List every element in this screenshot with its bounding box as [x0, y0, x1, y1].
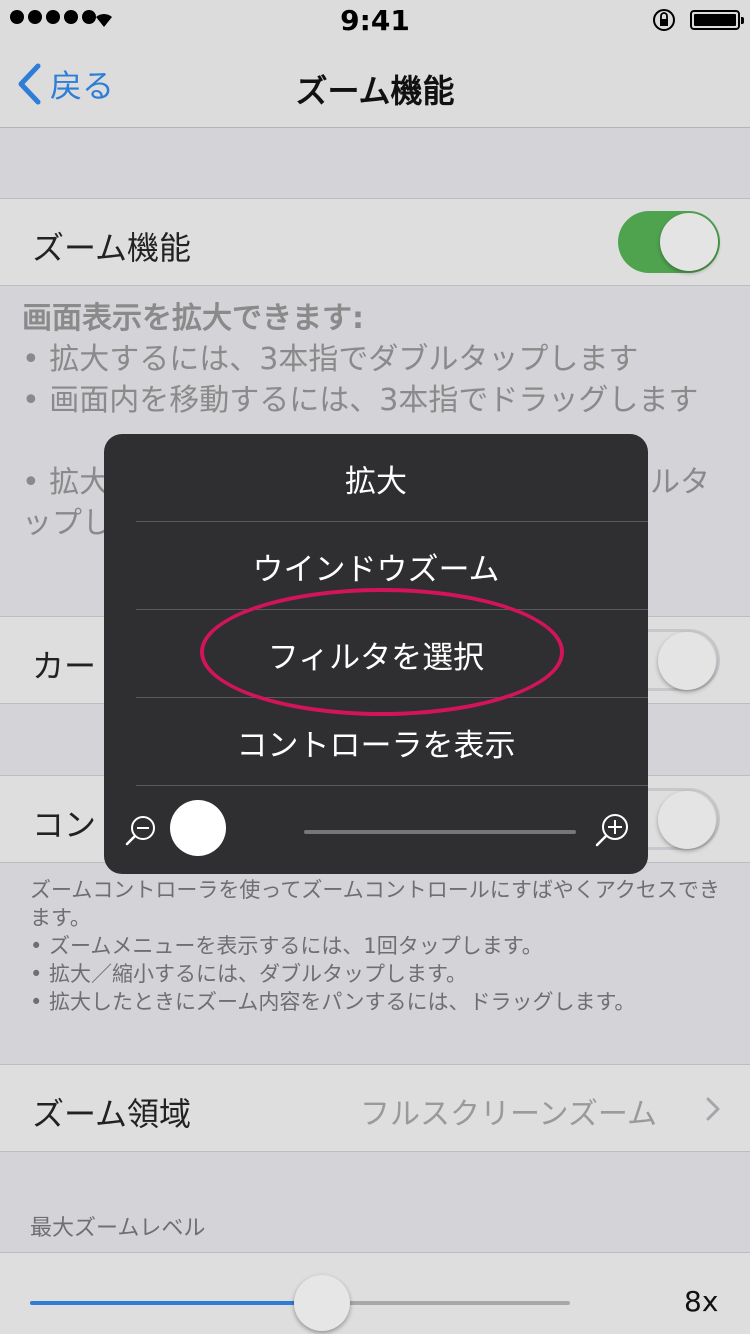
max-zoom-header: 最大ズームレベル [30, 1216, 206, 1241]
zoom-description-heading: 画面表示を拡大できます: [22, 301, 364, 336]
status-time: 9:41 [340, 4, 410, 37]
zoom-description-line: • 画面内を移動するには、3本指でドラッグします [22, 383, 699, 418]
zoom-region-cell[interactable]: ズーム領域 フルスクリーンズーム [0, 1064, 750, 1152]
max-zoom-slider-knob[interactable] [293, 1275, 350, 1331]
highlight-ellipse [200, 588, 564, 716]
zoom-region-value: フルスクリーンズーム [360, 1097, 657, 1132]
status-bar: 9:41 [0, 0, 750, 40]
zoom-description: 画面表示を拡大できます: • 拡大するには、3本指でダブルタップします • 画面… [22, 298, 732, 421]
max-zoom-track-fill [30, 1301, 322, 1305]
zoom-toggle-label: ズーム機能 [32, 229, 192, 267]
zoom-description-line-partial: ルタ [650, 465, 710, 500]
max-zoom-cell: 8x [0, 1252, 750, 1334]
zoom-out-icon[interactable] [124, 814, 158, 848]
cursor-toggle-label: カー [32, 647, 97, 685]
controller-description-line: • ズームメニューを表示するには、1回タップします。 [30, 934, 543, 958]
zoom-menu-item-zoom-in[interactable]: 拡大 [104, 434, 648, 522]
zoom-in-icon[interactable] [594, 812, 630, 848]
orientation-lock-icon [653, 9, 675, 31]
navigation-bar: 戻る ズーム機能 [0, 40, 750, 128]
max-zoom-value: 8x [684, 1285, 719, 1318]
controller-description: ズームコントローラを使ってズームコントロールにすばやくアクセスできます。 • ズ… [30, 876, 720, 1016]
zoom-level-track [304, 830, 576, 834]
controller-description-line: ズームコントローラを使ってズームコントロールにすばやくアクセスできます。 [30, 878, 720, 930]
controller-description-line: • 拡大したときにズーム内容をパンするには、ドラッグします。 [30, 990, 636, 1014]
controller-toggle-label: コン [32, 806, 97, 844]
zoom-toggle-switch[interactable] [618, 211, 720, 273]
battery-icon [690, 10, 744, 30]
chevron-right-icon [706, 1097, 720, 1121]
controller-description-line: • 拡大／縮小するには、ダブルタップします。 [30, 962, 467, 986]
zoom-toggle-cell: ズーム機能 [0, 198, 750, 286]
zoom-region-label: ズーム領域 [32, 1095, 192, 1133]
page-title: ズーム機能 [295, 72, 455, 110]
zoom-level-slider-knob[interactable] [170, 800, 226, 856]
zoom-description-line: • 拡大するには、3本指でダブルタップします [22, 342, 639, 377]
